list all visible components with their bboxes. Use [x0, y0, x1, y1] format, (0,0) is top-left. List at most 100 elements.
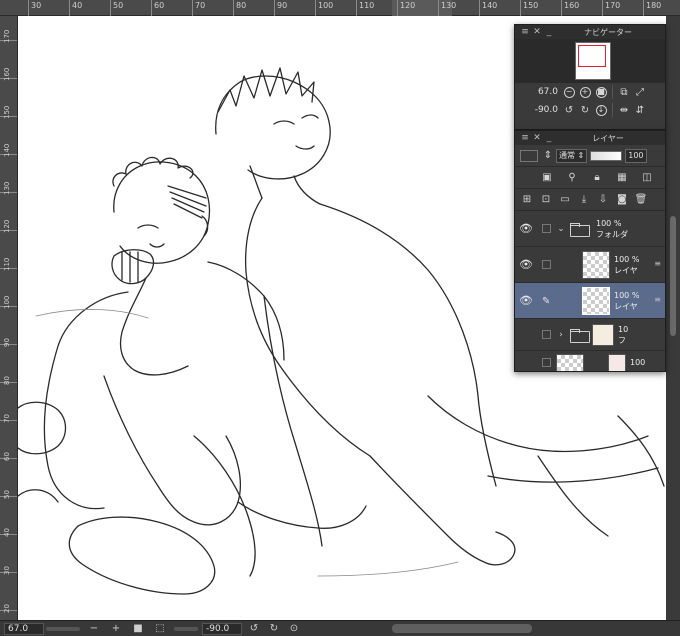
rotate-left-icon[interactable]: ↺: [246, 623, 262, 635]
transfer-down-icon[interactable]: ⤓: [577, 193, 591, 207]
eye-icon[interactable]: 👁︎: [515, 222, 537, 235]
zoom-out-icon[interactable]: −: [86, 623, 102, 635]
add-mask-icon[interactable]: ◙: [615, 193, 629, 207]
rotate-right-icon[interactable]: ↻: [266, 623, 282, 635]
fullscreen-button[interactable]: ⤢: [633, 85, 647, 99]
close-icon[interactable]: ✕: [531, 27, 543, 37]
layer-row-selected[interactable]: 👁︎ ✎ 100 % レイヤ ≡: [515, 283, 665, 319]
opacity-slider[interactable]: [590, 150, 623, 161]
ruler-label: 130: [3, 181, 11, 195]
expand-icon: ⤢: [636, 86, 644, 98]
merge-down-icon[interactable]: ⇩: [596, 193, 610, 207]
minimize-icon[interactable]: _: [543, 133, 555, 143]
layer-name: レイヤ: [614, 265, 638, 275]
layer-thumbnail: [556, 353, 584, 371]
ruler-tick: 150: [520, 0, 538, 16]
eye-icon[interactable]: 👁︎: [515, 294, 537, 307]
fit-window-button[interactable]: ⧉: [617, 85, 631, 99]
ruler-label: 20: [3, 604, 11, 613]
navigator-view-frame[interactable]: [578, 45, 606, 67]
vertical-scrollbar[interactable]: [666, 16, 680, 620]
menu-icon[interactable]: ≡: [519, 133, 531, 143]
zoom-reset-button[interactable]: ■: [594, 85, 608, 99]
clip-layer-icon[interactable]: ▣: [540, 171, 554, 185]
layer-row-folder[interactable]: › 10 フ: [515, 319, 665, 351]
flip-vertical-icon: ⇵: [635, 104, 645, 116]
layer-info: 10 フ: [618, 324, 628, 346]
layer-row[interactable]: 100: [515, 351, 665, 371]
ruler-tick: 110: [0, 258, 17, 271]
ruler-tick: 80: [233, 0, 246, 16]
fit-window-icon: ⧉: [620, 86, 628, 98]
ruler-label: 110: [3, 257, 11, 271]
layer-tool-row-2: ⊞ ⊡ ▭ ⤓ ⇩ ◙ 🗑︎: [515, 189, 665, 211]
fit-window-icon[interactable]: ⬚: [152, 623, 168, 635]
ruler-tick: 100: [0, 296, 17, 309]
layer-checkbox[interactable]: [542, 358, 551, 367]
new-vector-layer-icon[interactable]: ⊡: [539, 193, 553, 207]
flip-vertical-button[interactable]: ⇵: [633, 103, 647, 117]
layer-color-button[interactable]: [520, 149, 538, 162]
ruler-tick: 160: [0, 68, 17, 81]
opacity-input[interactable]: 100: [625, 148, 647, 163]
navigator-thumbnail[interactable]: [575, 42, 611, 80]
drag-handle-icon[interactable]: ≡: [654, 295, 661, 304]
chevron-down-icon[interactable]: ⌄: [556, 224, 566, 234]
blend-mode-label: 通常: [559, 151, 575, 160]
new-folder-icon[interactable]: ▭: [558, 193, 572, 207]
chevron-right-icon[interactable]: ›: [556, 330, 566, 340]
ruler-tick: 110: [356, 0, 374, 16]
navigator-preview-area[interactable]: [515, 39, 665, 83]
rotate-right-button[interactable]: ↻: [578, 103, 592, 117]
reference-layer-icon[interactable]: ⚲: [565, 171, 579, 185]
zoom-in-icon: +: [579, 86, 591, 98]
ruler-label: 60: [154, 1, 165, 10]
lock-transparency-icon[interactable]: ▦: [615, 171, 629, 185]
ruler-tick: 50: [0, 490, 17, 499]
layer-checkbox[interactable]: [542, 330, 551, 339]
delete-layer-icon[interactable]: 🗑︎: [634, 193, 648, 207]
zoom-out-icon: −: [563, 86, 575, 98]
minimize-icon[interactable]: _: [543, 27, 555, 37]
ruler-tick: 40: [69, 0, 82, 16]
rotation-field[interactable]: -90.0: [202, 622, 242, 635]
layer-thumbnail: [592, 323, 614, 346]
rotate-right-icon: ↻: [580, 104, 590, 116]
layer-checkbox[interactable]: [542, 260, 551, 269]
zoom-out-button[interactable]: −: [562, 85, 576, 99]
close-icon[interactable]: ✕: [531, 133, 543, 143]
eye-icon[interactable]: 👁︎: [515, 258, 537, 271]
ruler-label: 80: [236, 1, 247, 10]
mask-enable-icon[interactable]: ◫: [640, 171, 654, 185]
vertical-scroll-thumb[interactable]: [670, 216, 676, 336]
layer-row[interactable]: 👁︎ 100 % レイヤ ≡: [515, 247, 665, 283]
ruler-tick: 60: [0, 452, 17, 461]
new-raster-layer-icon[interactable]: ⊞: [520, 193, 534, 207]
lock-icon[interactable]: 🔒︎: [590, 171, 604, 185]
actual-size-icon[interactable]: ■: [130, 623, 146, 635]
layer-checkbox[interactable]: [542, 224, 551, 233]
zoom-in-button[interactable]: +: [578, 85, 592, 99]
zoom-value[interactable]: 67.0: [519, 87, 561, 97]
horizontal-scroll-thumb[interactable]: [392, 624, 532, 633]
zoom-field[interactable]: 67.0: [4, 622, 44, 635]
zoom-slider[interactable]: [46, 626, 80, 631]
left-ruler: 170 160 150 140 130 120 110 100 90 80 70…: [0, 16, 18, 620]
rotation-slider[interactable]: [174, 626, 198, 631]
zoom-in-icon[interactable]: +: [108, 623, 124, 635]
layer-header[interactable]: ≡ ✕ _ レイヤー: [515, 131, 665, 145]
layer-row-folder[interactable]: 👁︎ ⌄ 100 % フォルダ: [515, 211, 665, 247]
menu-icon[interactable]: ≡: [519, 27, 531, 37]
navigator-header[interactable]: ≡ ✕ _ ナビゲーター: [515, 25, 665, 39]
ruler-tick: 70: [192, 0, 205, 16]
stepper-icon[interactable]: ⇕: [541, 149, 555, 163]
rotate-left-button[interactable]: ↺: [562, 103, 576, 117]
rotation-value[interactable]: -90.0: [519, 105, 561, 115]
ruler-tick: 170: [602, 0, 620, 16]
drag-handle-icon[interactable]: ≡: [654, 259, 661, 268]
rotate-reset-button[interactable]: ↓: [594, 103, 608, 117]
flip-horizontal-button[interactable]: ⇹: [617, 103, 631, 117]
blend-mode-select[interactable]: 通常 ⇕: [556, 148, 588, 163]
top-ruler: 30 40 50 60 70 80 90 100 110 120 130 140…: [0, 0, 680, 16]
rotate-reset-icon[interactable]: ⊙: [286, 623, 302, 635]
